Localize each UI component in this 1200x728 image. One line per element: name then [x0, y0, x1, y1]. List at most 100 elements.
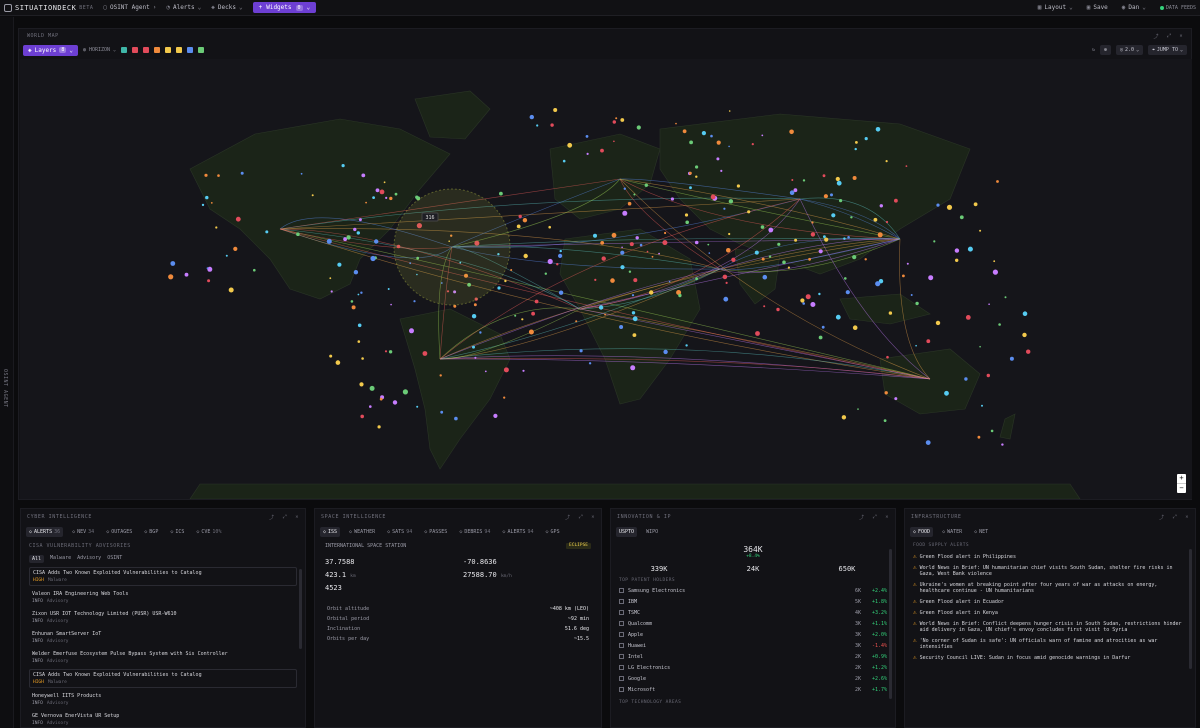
event-marker[interactable] — [311, 194, 314, 197]
event-marker[interactable] — [789, 190, 795, 195]
zoom-level-select[interactable]: ◎ 2.0 ⌄ — [1116, 45, 1144, 55]
event-marker[interactable] — [1001, 443, 1004, 446]
event-marker[interactable] — [631, 311, 636, 315]
osint-agent-rail-tab[interactable]: OSINT AGENT — [2, 369, 8, 408]
event-marker[interactable] — [620, 250, 625, 255]
event-marker[interactable] — [503, 367, 509, 373]
event-marker[interactable] — [594, 278, 597, 281]
layer-chip-orange[interactable] — [154, 47, 161, 53]
event-marker[interactable] — [579, 349, 583, 353]
event-marker[interactable] — [588, 362, 592, 365]
tab-outages[interactable]: ◇ OUTAGES — [103, 527, 135, 537]
event-marker[interactable] — [716, 140, 721, 145]
event-marker[interactable] — [392, 400, 398, 405]
event-marker[interactable] — [206, 267, 209, 270]
event-marker[interactable] — [843, 237, 846, 240]
event-marker[interactable] — [604, 313, 606, 316]
event-marker[interactable] — [808, 257, 811, 261]
event-marker[interactable] — [877, 232, 883, 238]
event-marker[interactable] — [370, 255, 376, 262]
layer-chip-yellow-2[interactable] — [176, 47, 183, 53]
event-marker[interactable] — [330, 290, 333, 293]
list-item[interactable]: CISA Adds Two Known Exploited Vulnerabil… — [29, 669, 297, 688]
event-marker[interactable] — [793, 188, 798, 193]
event-marker[interactable] — [600, 241, 605, 245]
save-button[interactable]: ▣ Save — [1087, 4, 1108, 11]
event-marker[interactable] — [639, 243, 643, 247]
event-marker[interactable] — [884, 391, 888, 395]
expand-icon[interactable]: ⤢ — [873, 514, 878, 520]
share-icon[interactable]: ⤴ — [565, 514, 571, 521]
event-marker[interactable] — [685, 220, 689, 225]
layer-chip-green[interactable] — [198, 47, 205, 53]
event-marker[interactable] — [873, 217, 878, 222]
event-marker[interactable] — [361, 357, 364, 360]
event-marker[interactable] — [170, 261, 176, 266]
tab-uspto[interactable]: USPTO — [616, 527, 638, 537]
event-marker[interactable] — [726, 248, 731, 253]
event-marker[interactable] — [755, 331, 760, 336]
event-marker[interactable] — [818, 292, 821, 296]
event-marker[interactable] — [228, 287, 234, 293]
event-marker[interactable] — [357, 293, 360, 296]
close-icon[interactable]: ✕ — [591, 514, 595, 520]
event-marker[interactable] — [357, 323, 362, 328]
event-marker[interactable] — [986, 373, 990, 378]
event-marker[interactable] — [763, 305, 766, 308]
layer-chip-red-2[interactable] — [143, 47, 150, 53]
event-marker[interactable] — [522, 218, 528, 223]
event-marker[interactable] — [885, 160, 888, 163]
event-marker[interactable] — [776, 307, 780, 312]
event-marker[interactable] — [875, 281, 881, 287]
event-marker[interactable] — [326, 238, 332, 244]
event-marker[interactable] — [996, 180, 999, 183]
event-marker[interactable] — [636, 125, 641, 130]
event-marker[interactable] — [965, 315, 971, 320]
crosshair-icon[interactable]: ⊕ — [1100, 45, 1112, 55]
event-marker[interactable] — [915, 344, 917, 347]
list-item[interactable]: Intel 2K +0.9% — [611, 651, 895, 662]
event-marker[interactable] — [598, 305, 604, 310]
event-marker[interactable] — [240, 171, 244, 175]
event-marker[interactable] — [620, 265, 625, 270]
tab-debris[interactable]: ◇ DEBRIS 94 — [456, 527, 493, 537]
event-marker[interactable] — [402, 389, 408, 395]
share-icon[interactable]: ⤴ — [269, 514, 275, 521]
event-marker[interactable] — [472, 345, 475, 349]
event-marker[interactable] — [844, 277, 847, 280]
event-marker[interactable] — [523, 253, 528, 259]
event-marker[interactable] — [621, 246, 623, 249]
event-marker[interactable] — [701, 131, 707, 136]
event-marker[interactable] — [707, 243, 710, 246]
layers-button[interactable]: ◈ Layers 8 ⌄ — [23, 44, 78, 56]
event-marker[interactable] — [479, 331, 482, 334]
event-marker[interactable] — [973, 202, 978, 207]
event-marker[interactable] — [850, 216, 853, 219]
event-marker[interactable] — [622, 210, 628, 216]
event-marker[interactable] — [885, 220, 889, 224]
event-marker[interactable] — [385, 196, 388, 199]
event-marker[interactable] — [360, 414, 365, 419]
event-marker[interactable] — [852, 325, 858, 331]
event-marker[interactable] — [967, 246, 973, 252]
list-item[interactable]: Qualcomm 3K +1.1% — [611, 618, 895, 629]
layout-menu[interactable]: ▦ Layout ⌄ — [1038, 4, 1073, 11]
event-marker[interactable] — [388, 350, 393, 354]
jump-to-button[interactable]: ⌖ JUMP TO ⌄ — [1148, 45, 1187, 55]
list-item[interactable]: CISA Adds Two Known Exploited Vulnerabil… — [29, 567, 297, 586]
event-marker[interactable] — [341, 164, 345, 168]
event-marker[interactable] — [1009, 356, 1014, 361]
event-marker[interactable] — [789, 129, 794, 135]
event-marker[interactable] — [628, 270, 632, 273]
event-marker[interactable] — [685, 344, 688, 347]
event-marker[interactable] — [351, 305, 356, 310]
event-marker[interactable] — [1022, 311, 1028, 316]
event-marker[interactable] — [207, 279, 211, 283]
event-marker[interactable] — [439, 374, 442, 377]
event-marker[interactable] — [710, 134, 713, 138]
event-marker[interactable] — [854, 147, 857, 151]
event-marker[interactable] — [928, 275, 934, 281]
event-marker[interactable] — [954, 248, 960, 253]
event-marker[interactable] — [728, 145, 730, 148]
expand-icon[interactable]: ⤢ — [283, 514, 288, 520]
